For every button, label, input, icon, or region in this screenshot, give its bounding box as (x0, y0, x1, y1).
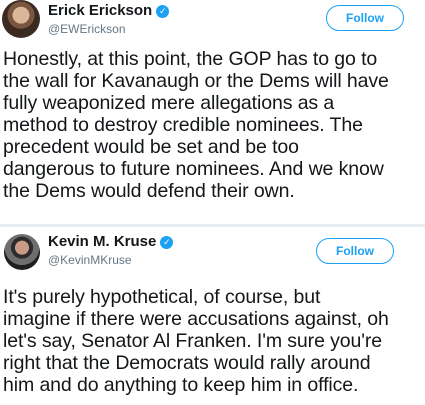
follow-button[interactable]: Follow (326, 5, 404, 31)
tweet-text-line: Honestly, at this point, the GOP has to … (3, 48, 378, 70)
tweet-text-line: imagine if there were accusations agains… (3, 308, 389, 330)
author-name-text[interactable]: Erick Erickson (48, 2, 152, 19)
tweet-text-line: precedent would be set and be too (3, 136, 299, 158)
tweet-text-line: the Dems would defend their own. (3, 180, 295, 202)
tweet-text-line: fully weaponized mere allegations as a (3, 92, 335, 114)
tweet-text-line: method to destroy credible nominees. The (3, 114, 363, 136)
tweet-text-line: right that the Democrats would rally aro… (3, 352, 371, 374)
tweet-kruse: Kevin M. Kruse ✓ @KevinMKruse Follow It's… (0, 228, 425, 405)
tweet-text-line: let's say, Senator Al Franken. I'm sure … (3, 330, 383, 352)
tweet-text-line: the wall for Kavanaugh or the Dems will … (3, 70, 389, 92)
tweet-text-line: dangerous to future nominees. And we kno… (3, 158, 384, 180)
author-handle[interactable]: @KevinMKruse (48, 253, 132, 267)
tweet-text-line: It's purely hypothetical, of course, but (3, 286, 321, 308)
author-name[interactable]: Erick Erickson ✓ (48, 2, 170, 19)
verified-badge-icon: ✓ (160, 236, 174, 249)
tweet-text: Honestly, at this point, the GOP has to … (3, 48, 421, 202)
verified-badge-icon: ✓ (156, 5, 170, 18)
follow-button[interactable]: Follow (316, 238, 394, 264)
tweet-text: It's purely hypothetical, of course, but… (3, 286, 421, 396)
author-name[interactable]: Kevin M. Kruse ✓ (48, 233, 174, 250)
author-handle[interactable]: @EWErickson (48, 22, 126, 36)
tweet-erickson: Erick Erickson ✓ @EWErickson Follow Hones… (0, 0, 425, 224)
tweet-divider (0, 224, 425, 227)
avatar[interactable] (4, 234, 40, 270)
tweet-text-line: him and do anything to keep him in offic… (3, 374, 359, 396)
author-name-text[interactable]: Kevin M. Kruse (48, 233, 156, 250)
avatar[interactable] (2, 0, 40, 38)
